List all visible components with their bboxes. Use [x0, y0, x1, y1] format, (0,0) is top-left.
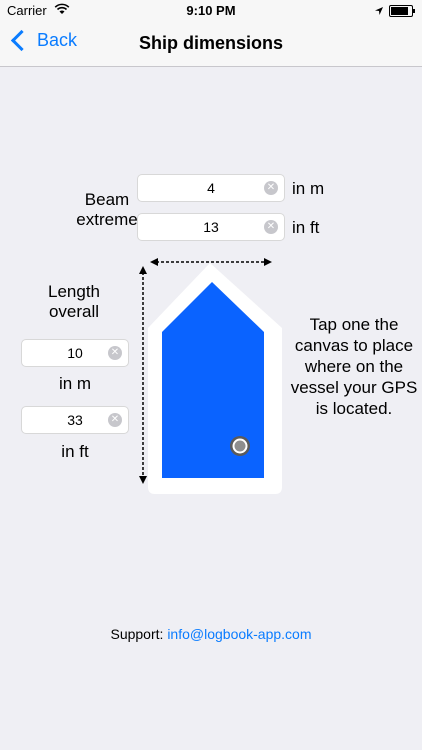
support-email-link[interactable]: info@logbook-app.com — [167, 626, 311, 642]
gps-hint-text: Tap one the canvas to place where on the… — [290, 315, 418, 418]
gps-marker[interactable] — [230, 436, 250, 456]
length-arrow — [139, 266, 147, 484]
support-line: Support: info@logbook-app.com — [0, 626, 422, 642]
support-label: Support: — [110, 626, 164, 642]
